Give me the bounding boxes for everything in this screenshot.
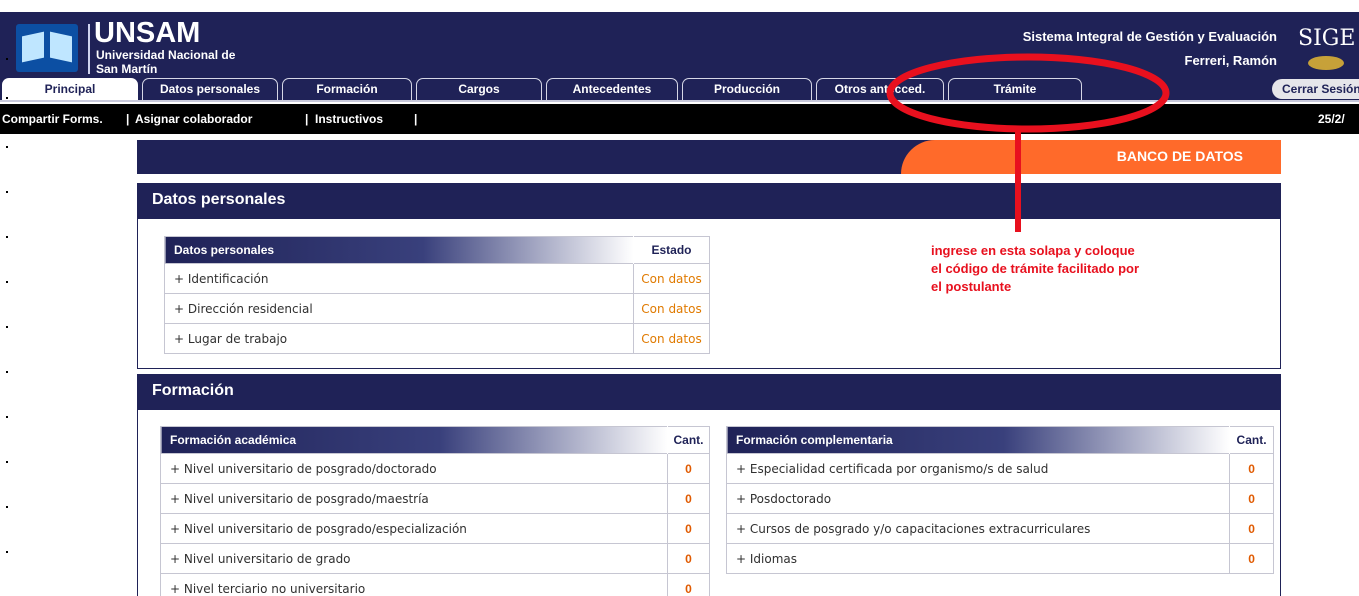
logout-button[interactable]: Cerrar Sesión: [1272, 79, 1359, 99]
header: UNSAM Universidad Nacional de San Martín…: [0, 12, 1359, 76]
margin-dot: [6, 551, 8, 553]
status-value: Con datos: [633, 323, 710, 354]
count-header: Cant.: [1229, 426, 1274, 454]
row-link-idiomas[interactable]: + Idiomas: [725, 543, 1231, 574]
table-row[interactable]: + Idiomas 0: [725, 543, 1274, 574]
table-row[interactable]: + Posdoctorado 0: [725, 483, 1274, 514]
brand-name: UNSAM: [94, 17, 201, 49]
tab-cargos[interactable]: Cargos: [416, 78, 542, 102]
table-row[interactable]: + Especialidad certificada por organismo…: [725, 453, 1274, 484]
count-value: 0: [1229, 453, 1274, 484]
count-value: 0: [667, 483, 710, 514]
count-value: 0: [667, 513, 710, 544]
sub-menu: Compartir Forms. | Asignar colaborador |…: [0, 104, 1359, 134]
unsam-book-logo-icon: [16, 24, 78, 72]
banner-title: BANCO DE DATOS: [1116, 148, 1243, 164]
row-link-direccion-residencial[interactable]: + Dirección residencial: [163, 293, 635, 324]
row-link-posdoctorado[interactable]: + Posdoctorado: [725, 483, 1231, 514]
submenu-separator: |: [305, 112, 309, 126]
row-link-lugar-de-trabajo[interactable]: + Lugar de trabajo: [163, 323, 635, 354]
margin-dot: [6, 371, 8, 373]
margin-dot: [6, 326, 8, 328]
sige-logo-sun-icon: [1308, 56, 1344, 70]
tab-bar: Principal Datos personales Formación Car…: [0, 75, 1359, 102]
count-value: 0: [1229, 543, 1274, 574]
tab-produccion[interactable]: Producción: [682, 78, 812, 102]
app-window: UNSAM Universidad Nacional de San Martín…: [0, 0, 1359, 596]
table-header: Datos personales: [164, 236, 634, 264]
table-row[interactable]: + Nivel universitario de posgrado/maestr…: [159, 483, 710, 514]
sige-logo-text: SIGE: [1298, 26, 1356, 51]
table-row[interactable]: + Nivel universitario de grado 0: [159, 543, 710, 574]
tab-otros-antecedentes[interactable]: Otros antecced.: [816, 78, 944, 102]
logo-divider: [88, 24, 90, 74]
formacion-complementaria-table: Formación complementaria Cant. + Especia…: [725, 426, 1274, 574]
row-link-cursos-posgrado[interactable]: + Cursos de posgrado y/o capacitaciones …: [725, 513, 1231, 544]
count-value: 0: [667, 543, 710, 574]
section-title: Datos personales: [138, 183, 1280, 219]
submenu-compartir-forms[interactable]: Compartir Forms.: [2, 112, 103, 126]
user-name: Ferreri, Ramón: [1184, 53, 1277, 68]
table-header-row: Formación académica Cant.: [160, 426, 710, 454]
annotation-instruction: ingrese en esta solapa y coloque el códi…: [931, 243, 1140, 294]
margin-dot: [6, 281, 8, 283]
count-header: Cant.: [667, 426, 710, 454]
formacion-academica-table: Formación académica Cant. + Nivel univer…: [159, 426, 710, 596]
banco-de-datos-banner: BANCO DE DATOS: [137, 140, 1281, 174]
table-row[interactable]: + Identificación Con datos: [163, 263, 710, 294]
table-row[interactable]: + Dirección residencial Con datos: [163, 293, 710, 324]
tab-datos-personales[interactable]: Datos personales: [142, 78, 278, 102]
count-value: 0: [1229, 483, 1274, 514]
submenu-instructivos[interactable]: Instructivos: [315, 112, 383, 126]
row-link-doctorado[interactable]: + Nivel universitario de posgrado/doctor…: [159, 453, 669, 484]
status-value: Con datos: [633, 293, 710, 324]
submenu-separator: |: [414, 112, 418, 126]
count-value: 0: [667, 453, 710, 484]
margin-dot: [6, 58, 8, 60]
tab-tramite[interactable]: Trámite: [948, 78, 1082, 102]
row-link-identificacion[interactable]: + Identificación: [163, 263, 635, 294]
tab-antecedentes[interactable]: Antecedentes: [546, 78, 678, 102]
row-link-grado[interactable]: + Nivel universitario de grado: [159, 543, 669, 574]
tab-principal[interactable]: Principal: [2, 78, 138, 102]
table-row[interactable]: + Nivel terciario no universitario 0: [159, 573, 710, 596]
datos-personales-table: Datos personales Estado + Identificación…: [163, 236, 710, 354]
table-row[interactable]: + Cursos de posgrado y/o capacitaciones …: [725, 513, 1274, 544]
table-row[interactable]: + Lugar de trabajo Con datos: [163, 323, 710, 354]
margin-dot: [6, 461, 8, 463]
table-row[interactable]: + Nivel universitario de posgrado/doctor…: [159, 453, 710, 484]
row-link-especializacion[interactable]: + Nivel universitario de posgrado/especi…: [159, 513, 669, 544]
sige-logo: SIGE: [1298, 26, 1359, 72]
table-header: Formación complementaria: [726, 426, 1230, 454]
section-title: Formación: [138, 374, 1280, 410]
status-value: Con datos: [633, 263, 710, 294]
submenu-separator: |: [126, 112, 130, 126]
current-date: 25/2/: [1318, 112, 1345, 126]
row-link-especialidad-salud[interactable]: + Especialidad certificada por organismo…: [725, 453, 1231, 484]
table-row[interactable]: + Nivel universitario de posgrado/especi…: [159, 513, 710, 544]
university-name-line1: Universidad Nacional de: [96, 48, 236, 62]
margin-dot: [6, 236, 8, 238]
university-name-line2: San Martín: [96, 62, 158, 76]
row-link-terciario[interactable]: + Nivel terciario no universitario: [159, 573, 669, 596]
count-value: 0: [667, 573, 710, 596]
count-value: 0: [1229, 513, 1274, 544]
margin-dot: [6, 191, 8, 193]
margin-dot: [6, 146, 8, 148]
system-title: Sistema Integral de Gestión y Evaluación: [1022, 29, 1277, 44]
margin-dot: [6, 506, 8, 508]
row-link-maestria[interactable]: + Nivel universitario de posgrado/maestr…: [159, 483, 669, 514]
status-header: Estado: [633, 236, 710, 264]
table-header-row: Formación complementaria Cant.: [726, 426, 1274, 454]
margin-dot: [6, 416, 8, 418]
table-header: Formación académica: [160, 426, 668, 454]
submenu-asignar-colaborador[interactable]: Asignar colaborador: [135, 112, 252, 126]
tab-formacion[interactable]: Formación: [282, 78, 412, 102]
table-header-row: Datos personales Estado: [164, 236, 710, 264]
margin-dot: [6, 97, 8, 99]
tab-underline: [0, 100, 1359, 102]
formacion-section: Formación Formación académica Cant. + Ni…: [137, 374, 1281, 596]
